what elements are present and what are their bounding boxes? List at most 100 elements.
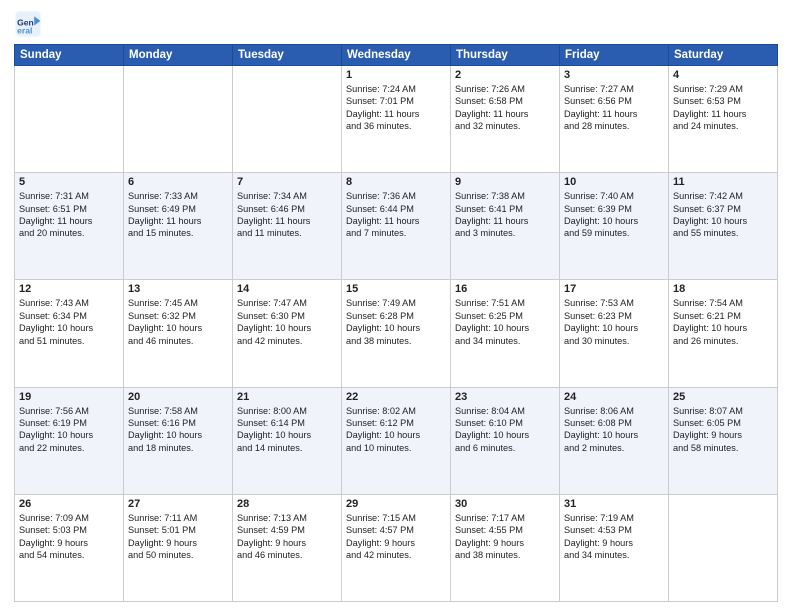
cell-line: Daylight: 9 hours xyxy=(455,537,555,549)
day-number: 25 xyxy=(673,391,773,403)
cell-line: Sunset: 6:12 PM xyxy=(346,417,446,429)
cell-line: Sunrise: 7:11 AM xyxy=(128,512,228,524)
cell-line: Sunrise: 7:29 AM xyxy=(673,83,773,95)
cell-line: Sunrise: 7:54 AM xyxy=(673,297,773,309)
cell-line: Daylight: 10 hours xyxy=(19,429,119,441)
cell-line: and 20 minutes. xyxy=(19,227,119,239)
cell-line: Daylight: 10 hours xyxy=(564,322,664,334)
cell-line: Sunrise: 7:15 AM xyxy=(346,512,446,524)
cell-line: Sunset: 6:34 PM xyxy=(19,310,119,322)
cell-line: and 2 minutes. xyxy=(564,442,664,454)
calendar-cell xyxy=(15,66,124,173)
cell-line: Sunset: 6:41 PM xyxy=(455,203,555,215)
cell-line: Daylight: 9 hours xyxy=(673,429,773,441)
day-number: 5 xyxy=(19,176,119,188)
page: Gen eral SundayMondayTuesdayWednesdayThu… xyxy=(0,0,792,612)
cell-line: Daylight: 11 hours xyxy=(564,108,664,120)
cell-line: Daylight: 11 hours xyxy=(19,215,119,227)
day-number: 3 xyxy=(564,69,664,81)
cell-line: Sunset: 5:01 PM xyxy=(128,524,228,536)
cell-line: Sunset: 7:01 PM xyxy=(346,95,446,107)
day-number: 14 xyxy=(237,283,337,295)
cell-line: Daylight: 10 hours xyxy=(455,429,555,441)
calendar-cell: 21Sunrise: 8:00 AMSunset: 6:14 PMDayligh… xyxy=(233,387,342,494)
calendar-row-3: 19Sunrise: 7:56 AMSunset: 6:19 PMDayligh… xyxy=(15,387,778,494)
cell-line: and 6 minutes. xyxy=(455,442,555,454)
cell-line: Sunset: 6:05 PM xyxy=(673,417,773,429)
cell-line: Daylight: 10 hours xyxy=(128,429,228,441)
cell-line: Daylight: 10 hours xyxy=(346,322,446,334)
cell-line: Sunset: 6:21 PM xyxy=(673,310,773,322)
cell-line: and 10 minutes. xyxy=(346,442,446,454)
cell-line: and 38 minutes. xyxy=(455,549,555,561)
cell-line: and 34 minutes. xyxy=(564,549,664,561)
cell-line: Sunrise: 7:53 AM xyxy=(564,297,664,309)
day-number: 1 xyxy=(346,69,446,81)
calendar-cell: 29Sunrise: 7:15 AMSunset: 4:57 PMDayligh… xyxy=(342,494,451,601)
cell-line: Sunrise: 8:07 AM xyxy=(673,405,773,417)
calendar-row-2: 12Sunrise: 7:43 AMSunset: 6:34 PMDayligh… xyxy=(15,280,778,387)
cell-line: Sunrise: 8:00 AM xyxy=(237,405,337,417)
cell-line: Sunset: 6:32 PM xyxy=(128,310,228,322)
calendar-cell: 25 Sunrise: 8:07 AMSunset: 6:05 PMDayligh… xyxy=(669,387,778,494)
weekday-friday: Friday xyxy=(560,45,669,66)
cell-line: Sunrise: 7:34 AM xyxy=(237,190,337,202)
weekday-header-row: SundayMondayTuesdayWednesdayThursdayFrid… xyxy=(15,45,778,66)
weekday-saturday: Saturday xyxy=(669,45,778,66)
cell-line: and 46 minutes. xyxy=(237,549,337,561)
calendar-cell: 22Sunrise: 8:02 AMSunset: 6:12 PMDayligh… xyxy=(342,387,451,494)
cell-line: Daylight: 10 hours xyxy=(455,322,555,334)
cell-line: Sunset: 6:08 PM xyxy=(564,417,664,429)
cell-line: Sunset: 6:10 PM xyxy=(455,417,555,429)
calendar-cell xyxy=(669,494,778,601)
day-number: 12 xyxy=(19,283,119,295)
cell-line: Sunset: 6:16 PM xyxy=(128,417,228,429)
calendar-cell: 4Sunrise: 7:29 AMSunset: 6:53 PMDaylight… xyxy=(669,66,778,173)
cell-line: and 42 minutes. xyxy=(237,335,337,347)
calendar-cell: 5Sunrise: 7:31 AMSunset: 6:51 PMDaylight… xyxy=(15,173,124,280)
cell-line: Sunset: 4:59 PM xyxy=(237,524,337,536)
cell-line: Sunset: 4:57 PM xyxy=(346,524,446,536)
cell-line: Sunset: 6:39 PM xyxy=(564,203,664,215)
cell-line: Sunset: 6:58 PM xyxy=(455,95,555,107)
calendar-cell: 27Sunrise: 7:11 AMSunset: 5:01 PMDayligh… xyxy=(124,494,233,601)
cell-line: Daylight: 9 hours xyxy=(564,537,664,549)
cell-line: Sunrise: 7:49 AM xyxy=(346,297,446,309)
calendar-cell: 12 Sunrise: 7:43 AMSunset: 6:34 PMDayligh… xyxy=(15,280,124,387)
cell-line: and 30 minutes. xyxy=(564,335,664,347)
cell-line: Sunrise: 7:13 AM xyxy=(237,512,337,524)
day-number: 30 xyxy=(455,498,555,510)
day-number: 9 xyxy=(455,176,555,188)
cell-line: and 36 minutes. xyxy=(346,120,446,132)
logo: Gen eral xyxy=(14,10,46,38)
weekday-sunday: Sunday xyxy=(15,45,124,66)
day-number: 6 xyxy=(128,176,228,188)
cell-line: Daylight: 10 hours xyxy=(237,322,337,334)
cell-line: Daylight: 10 hours xyxy=(673,322,773,334)
cell-line: Sunrise: 7:27 AM xyxy=(564,83,664,95)
calendar-cell: 16Sunrise: 7:51 AMSunset: 6:25 PMDayligh… xyxy=(451,280,560,387)
cell-line: Sunset: 6:51 PM xyxy=(19,203,119,215)
cell-line: Sunrise: 7:43 AM xyxy=(19,297,119,309)
day-number: 16 xyxy=(455,283,555,295)
cell-line: Daylight: 11 hours xyxy=(346,215,446,227)
cell-line: Daylight: 11 hours xyxy=(237,215,337,227)
cell-line: Sunrise: 7:17 AM xyxy=(455,512,555,524)
day-number: 27 xyxy=(128,498,228,510)
cell-line: Sunset: 6:44 PM xyxy=(346,203,446,215)
cell-line: Daylight: 10 hours xyxy=(19,322,119,334)
cell-line: Sunset: 6:30 PM xyxy=(237,310,337,322)
cell-line: Sunrise: 7:33 AM xyxy=(128,190,228,202)
cell-line: Daylight: 10 hours xyxy=(564,215,664,227)
cell-line: and 54 minutes. xyxy=(19,549,119,561)
cell-line: and 58 minutes. xyxy=(673,442,773,454)
cell-line: and 50 minutes. xyxy=(128,549,228,561)
cell-line: Daylight: 9 hours xyxy=(237,537,337,549)
cell-line: Sunset: 6:46 PM xyxy=(237,203,337,215)
calendar-cell: 3Sunrise: 7:27 AMSunset: 6:56 PMDaylight… xyxy=(560,66,669,173)
cell-line: Daylight: 10 hours xyxy=(564,429,664,441)
cell-line: Sunrise: 7:58 AM xyxy=(128,405,228,417)
day-number: 28 xyxy=(237,498,337,510)
cell-line: Sunset: 5:03 PM xyxy=(19,524,119,536)
cell-line: Sunset: 6:53 PM xyxy=(673,95,773,107)
